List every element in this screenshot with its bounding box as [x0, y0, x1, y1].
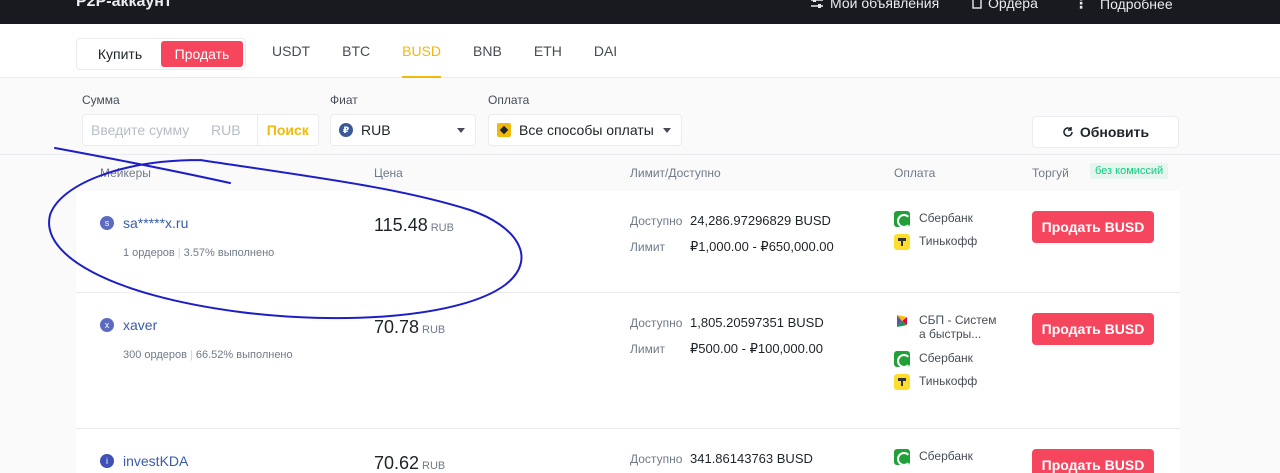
buy-sell-toggle: Купить Продать: [76, 38, 246, 70]
available: Доступно 24,286.97296829 BUSD: [630, 213, 831, 228]
sell-busd-button[interactable]: Продать BUSD: [1032, 449, 1154, 473]
makers-header: Мейкеры: [100, 166, 151, 180]
available: Доступно 1,805.20597351 BUSD: [630, 315, 824, 330]
maker-name[interactable]: xaver: [123, 317, 157, 333]
available: Доступно 341.86143763 BUSD: [630, 451, 813, 466]
more-dots-icon: ⋮: [1074, 0, 1088, 11]
asset-tab-dai[interactable]: DAI: [594, 24, 617, 78]
sell-busd-button[interactable]: Продать BUSD: [1032, 313, 1154, 345]
tinkoff-icon: [894, 234, 910, 250]
no-fee-badge: без комиссий: [1090, 163, 1169, 179]
binance-icon: [497, 123, 511, 137]
payment-value: Все способы оплаты: [519, 122, 654, 138]
maker-stats: 1 ордеров | 3.57% выполнено: [123, 247, 275, 259]
avatar: x: [100, 318, 114, 332]
price: 70.78 RUB: [374, 317, 446, 337]
orders-icon: [972, 0, 982, 9]
orders-link[interactable]: Ордера: [972, 0, 1038, 11]
payment-header: Оплата: [894, 166, 936, 180]
fiat-value: RUB: [361, 122, 391, 138]
sberbank-icon: [894, 449, 911, 466]
limit: Лимит ₽1,000.00 - ₽650,000.00: [630, 239, 834, 254]
trade-subheader: Купить Продать USDT BTC BUSD BNB ETH DAI: [0, 24, 1280, 78]
amount-field: RUB Поиск: [82, 114, 319, 146]
maker-name[interactable]: investKDA: [123, 453, 188, 469]
search-button[interactable]: Поиск: [256, 115, 318, 145]
payment-select[interactable]: Все способы оплаты: [488, 114, 682, 146]
buy-tab[interactable]: Купить: [79, 41, 161, 67]
avatar: s: [100, 216, 114, 230]
maker[interactable]: s sa*****x.ru: [100, 215, 188, 231]
asset-tab-usdt[interactable]: USDT: [272, 24, 310, 78]
payment-method: Сбербанк: [894, 449, 973, 466]
fiat-select[interactable]: ₽ RUB: [330, 114, 476, 146]
payment-method: Тинькофф: [894, 374, 977, 390]
sbp-icon: [897, 315, 907, 327]
payment-label: Оплата: [488, 93, 530, 107]
asset-tab-busd[interactable]: BUSD: [402, 24, 441, 78]
table-row: x xaver 300 ордеров | 66.52% выполнено 70.…: [76, 293, 1180, 429]
asset-tab-btc[interactable]: BTC: [342, 24, 370, 78]
amount-currency: RUB: [211, 122, 241, 138]
sberbank-icon: [894, 351, 911, 368]
payment-method: Сбербанк: [894, 211, 973, 228]
limit: Лимит ₽500.00 - ₽100,000.00: [630, 341, 823, 356]
refresh-icon: [1063, 127, 1073, 137]
my-ads-link[interactable]: Мои объявления: [810, 0, 939, 11]
price-header: Цена: [374, 166, 403, 180]
maker-name[interactable]: sa*****x.ru: [123, 215, 188, 231]
ruble-icon: ₽: [339, 123, 353, 137]
asset-tab-eth[interactable]: ETH: [534, 24, 562, 78]
maker[interactable]: i investKDA: [100, 453, 188, 469]
more-link[interactable]: ⋮ Подробнее: [1074, 0, 1173, 12]
table-row: s sa*****x.ru 1 ордеров | 3.57% выполнено …: [76, 191, 1180, 293]
maker-stats: 300 ордеров | 66.52% выполнено: [123, 349, 293, 361]
table-header: Мейкеры Цена Лимит/Доступно Оплата Торгу…: [76, 155, 1180, 191]
sell-busd-button[interactable]: Продать BUSD: [1032, 211, 1154, 243]
sberbank-icon: [894, 211, 911, 228]
payment-method: Тинькофф: [894, 234, 977, 250]
p2p-account-title: P2P-аккаунт: [76, 0, 172, 10]
table-row: i investKDA 70.62 RUB Доступно 341.8614376…: [76, 429, 1180, 473]
tinkoff-icon: [894, 374, 910, 390]
sell-tab[interactable]: Продать: [161, 41, 243, 67]
sliders-icon: [811, 0, 823, 8]
asset-tab-bnb[interactable]: BNB: [473, 24, 502, 78]
payment-method: Сбербанк: [894, 351, 973, 368]
caret-down-icon: [457, 128, 465, 133]
asset-tabs: USDT BTC BUSD BNB ETH DAI: [272, 24, 649, 78]
maker[interactable]: x xaver: [100, 317, 157, 333]
amount-input[interactable]: [83, 122, 211, 138]
payment-method: СБП - Систем а быстры...: [894, 313, 996, 341]
filters-bar: Сумма RUB Поиск Фиат ₽ RUB Оплата Все сп…: [0, 79, 1280, 155]
refresh-button[interactable]: Обновить: [1032, 116, 1179, 148]
trade-header: Торгуй: [1032, 166, 1069, 180]
amount-label: Сумма: [82, 93, 120, 107]
limit-header: Лимит/Доступно: [630, 166, 721, 180]
price: 70.62 RUB: [374, 453, 446, 473]
price: 115.48 RUB: [374, 215, 454, 235]
top-bar: P2P-аккаунт Мои объявления Ордера ⋮ Подр…: [0, 0, 1280, 24]
avatar: i: [100, 454, 114, 468]
fiat-label: Фиат: [330, 93, 358, 107]
caret-down-icon: [663, 128, 671, 133]
